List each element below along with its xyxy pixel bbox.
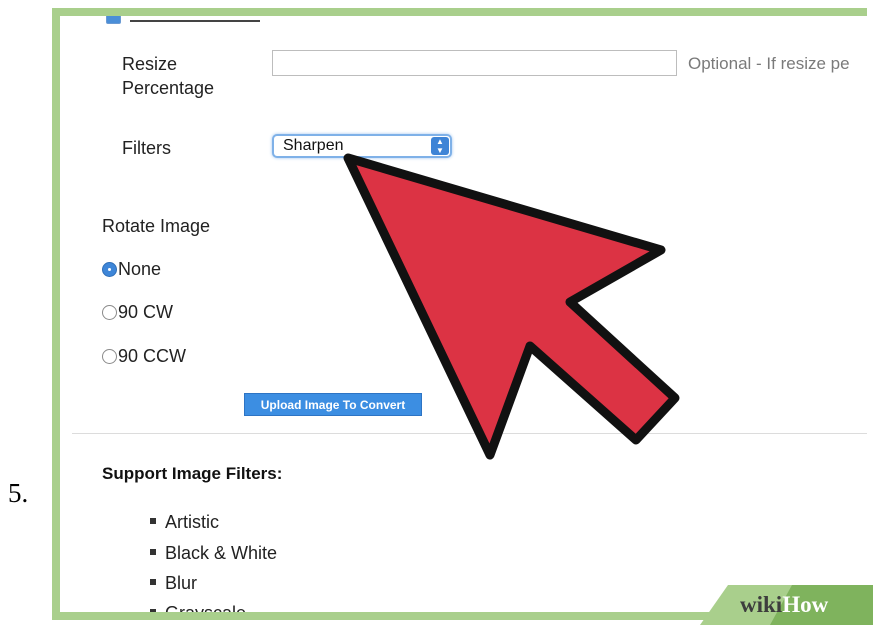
pointer-arrow-icon bbox=[343, 153, 680, 460]
wikihow-logo: wikiHow bbox=[740, 592, 829, 617]
arrow-shape bbox=[343, 153, 680, 460]
